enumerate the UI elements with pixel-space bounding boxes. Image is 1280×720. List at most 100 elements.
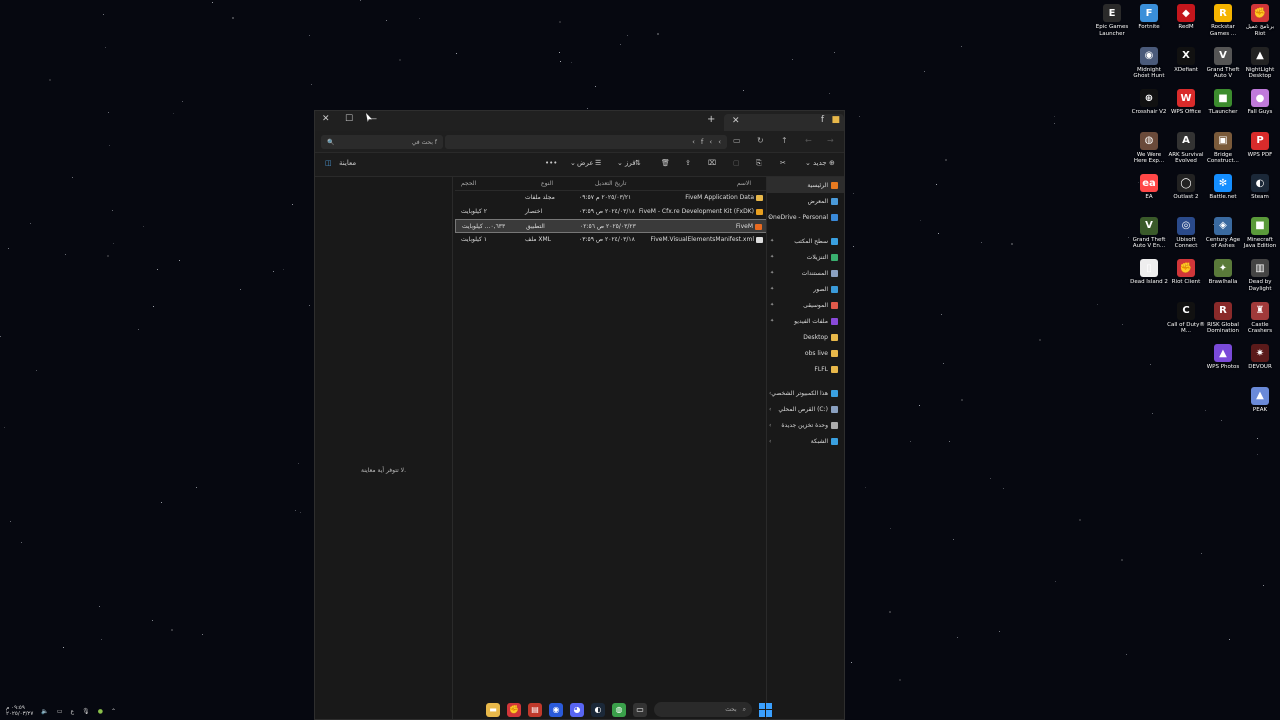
desktop-shortcut[interactable]: ▣ Bridge Construct... [1204,131,1242,165]
nav-item[interactable]: ‹ الشبكة [767,433,844,449]
copy-icon[interactable]: ⎘ [756,159,762,168]
desktop-shortcut[interactable]: X XDefiant [1167,46,1205,74]
volume-icon[interactable]: 🔈 [41,708,48,715]
breadcrumb-overflow[interactable]: ‹ [718,138,721,146]
desktop-shortcut[interactable]: P WPS PDF [1241,131,1279,159]
desktop-shortcut[interactable]: ⊕ Crosshair V2 [1130,89,1168,116]
file-row[interactable]: ١ كيلوبايت ملف XML ٢٠٢٤/٠٣/١٨ ص ٠٣:٥٩ FiveM… [455,233,767,247]
start-button[interactable] [759,702,773,717]
discord-icon[interactable]: ◕ [570,702,584,717]
nav-item[interactable]: ✦ ملفات الفيديو [767,313,844,329]
desktop-shortcut[interactable]: ◍ We Were Here Exp... [1130,131,1168,165]
nav-item[interactable]: المعرض [767,193,844,209]
desktop-shortcut[interactable]: ✦ Brawlhalla [1204,259,1242,286]
tab-close-icon[interactable]: ✕ [732,116,740,126]
desktop-shortcut[interactable]: V Grand Theft Auto V [1204,46,1242,80]
sort-button[interactable]: فرز [625,159,636,167]
desktop-shortcut[interactable]: ✊ Riot Client [1167,259,1205,286]
chevron-icon[interactable]: ‹ [769,390,771,397]
nav-item[interactable]: ‹ OneDrive - Personal [767,209,844,225]
nav-item[interactable]: ✦ الصور [767,281,844,297]
network-icon[interactable]: ▭ [57,708,63,715]
desktop-shortcut[interactable]: ● Fall Guys [1241,89,1279,116]
preview-pane-icon[interactable]: ◫ [325,159,332,167]
desktop-shortcut[interactable]: ◈ Century Age of Ashes [1204,216,1242,250]
chevron-icon[interactable]: ‹ [769,214,771,221]
nav-item[interactable]: ‹ هذا الكمبيوتر الشخصي [767,385,844,401]
steam-icon[interactable]: ◐ [591,702,605,717]
desktop-shortcut[interactable]: ◆ RedM [1167,4,1205,31]
desktop-shortcut[interactable]: ♜ Castle Crashers [1241,301,1279,335]
nav-item[interactable]: ✦ المستندات [767,265,844,281]
browser-icon[interactable]: ◉ [549,702,563,717]
desktop-shortcut[interactable]: E Epic Games Launcher [1093,4,1131,37]
path-breadcrumb[interactable]: ‹ f ‹ ‹ [445,135,727,149]
desktop-shortcut[interactable]: ▯ Dead Island 2 [1130,259,1168,286]
desktop-shortcut[interactable]: ▥ Dead by Daylight [1241,259,1279,292]
desktop-shortcut[interactable]: V Grand Theft Auto V En... [1130,216,1168,250]
riot-icon[interactable]: ✊ [507,702,521,717]
cut-icon[interactable]: ✂ [780,159,786,167]
desktop-shortcut[interactable]: ■ TLauncher [1204,89,1242,116]
desktop-shortcut[interactable]: R RISK Global Domination [1204,301,1242,335]
more-button[interactable]: ••• [545,159,557,167]
column-header-name[interactable]: الاسم [737,180,751,187]
maximize-button[interactable]: ☐ [345,114,353,124]
desktop-shortcut[interactable]: C Call of Duty® M... [1167,301,1205,335]
file-row[interactable]: ٠,٦٣٣... كيلوبايت التطبيق ٢٠٢٥/٠٣/٢٣ ص ٠٢:… [455,219,767,233]
desktop-icon[interactable]: ▭ [733,136,741,145]
desktop-shortcut[interactable]: F Fortnite [1130,4,1168,31]
calendar-icon[interactable]: ▤ [528,702,542,717]
new-button[interactable]: جديد [813,159,827,167]
desktop-shortcut[interactable]: R Rockstar Games ... [1204,4,1242,37]
view-button[interactable]: عرض [577,159,594,167]
desktop-shortcut[interactable]: ■ Minecraft Java Edition [1241,216,1279,250]
file-row[interactable]: مجلد ملفات ٢٠٢٥/٠٣/٢١ م ٠٩:٥٧ FiveM Applic… [455,191,767,205]
new-tab-button[interactable]: + [707,114,715,125]
chevron-icon[interactable]: ‹ [769,438,771,445]
breadcrumb-item-f[interactable]: f [701,138,703,146]
desktop-shortcut[interactable]: ▲ NightLight Desktop [1241,46,1279,80]
column-header-size[interactable]: الحجم [461,180,476,187]
nav-item[interactable]: ✦ التنزيلات [767,249,844,265]
desktop-shortcut[interactable]: ea EA [1130,174,1168,201]
chrome-icon[interactable]: ◍ [612,702,626,717]
desktop-shortcut[interactable]: ▲ WPS Photos [1204,344,1242,371]
nav-item[interactable]: ✦ الموسيقى [767,297,844,313]
desktop-shortcut[interactable]: A ARK Survival Evolved [1167,131,1205,165]
clock[interactable]: ٠٩:٥٩ م ٢٠٢٥/٠٣/٢٧ [6,705,33,717]
refresh-icon[interactable]: ↻ [757,136,764,145]
nav-item[interactable]: obs live [767,345,844,361]
column-header-modified[interactable]: تاريخ التعديل [595,180,626,187]
hidden-icons-chevron-icon[interactable]: ⌃ [111,708,116,715]
chevron-icon[interactable]: ‹ [769,422,771,429]
desktop-shortcut[interactable]: ◯ Outlast 2 [1167,174,1205,201]
taskbar-search-input[interactable]: بحث ⌕ [654,702,752,717]
close-button[interactable]: ✕ [322,114,330,124]
nav-item[interactable]: الرئيسية [767,177,844,193]
desktop-shortcut[interactable]: ◐ Steam [1241,174,1279,201]
nav-item[interactable]: ‹ القرص المحلي (C:) [767,401,844,417]
file-row[interactable]: ٢ كيلوبايت اختصار ٢٠٢٤/٠٣/١٨ ص ٠٣:٥٩ FiveM … [455,205,767,219]
delete-icon[interactable]: 🗑 [661,159,670,167]
file-explorer-icon[interactable]: ▬ [486,702,500,717]
up-arrow-icon[interactable]: ↑ [781,136,788,145]
desktop-shortcut[interactable]: W WPS Office [1167,89,1205,116]
desktop-shortcut[interactable]: ◉ Midnight Ghost Hunt [1130,46,1168,80]
desktop-shortcut[interactable]: ✻ Battle.net [1204,174,1242,201]
desktop-shortcut[interactable]: ✊ برنامج عميل Riot [1241,4,1279,37]
desktop-shortcut[interactable]: ✷ DEVOUR [1241,344,1279,371]
paste-icon[interactable]: ▢ [733,159,740,167]
rename-icon[interactable]: ⌧ [708,159,716,167]
desktop-shortcut[interactable]: ◎ Ubisoft Connect [1167,216,1205,250]
task-view-icon[interactable]: ▭ [633,702,647,717]
app-tray-icon[interactable]: ● [98,708,103,715]
nav-item[interactable]: FLFL [767,361,844,377]
language-indicator[interactable]: ع [71,708,75,715]
search-input[interactable]: 🔍 بحث في f [321,135,443,149]
column-header-type[interactable]: النوع [541,180,553,187]
back-arrow-icon[interactable]: → [827,136,834,145]
nav-item[interactable]: ✦ سطح المكتب [767,233,844,249]
desktop-shortcut[interactable]: ▲ PEAK [1241,386,1279,414]
microphone-icon[interactable]: 🎙 [82,708,90,715]
